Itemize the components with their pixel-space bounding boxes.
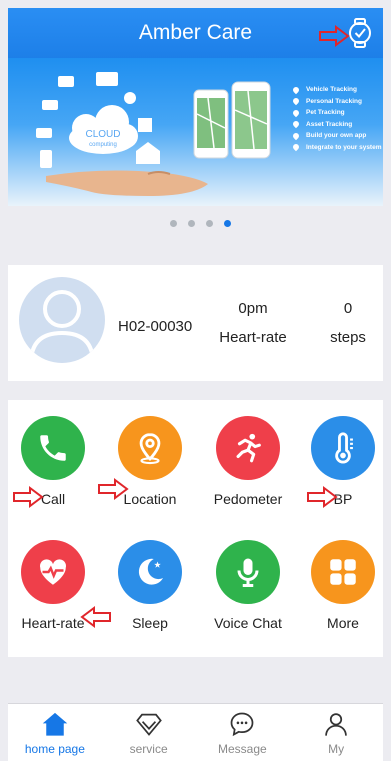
tab-home-page[interactable]: home page [8,704,102,761]
location-pin-icon [118,416,182,480]
pin-icon [291,120,301,129]
voice-chat-label: Voice Chat [214,615,282,631]
tab-service[interactable]: service [102,704,196,761]
annotation-arrow-icon [307,486,338,508]
avatar[interactable] [19,277,105,363]
tab-message[interactable]: Message [196,704,290,761]
grid-icon [311,540,375,604]
device-profile-card[interactable]: H02-00030 0pm Heart-rate 0 steps [8,265,383,381]
voice-chat-button[interactable]: Voice Chat [203,540,293,631]
sleep-button[interactable]: Sleep [105,540,195,631]
tab-label: service [129,742,168,756]
pedometer-label: Pedometer [213,491,283,507]
feature-item: Pet Tracking [291,107,382,119]
pin-icon [291,108,301,117]
pin-icon [291,131,301,140]
diamond-icon [134,709,164,739]
annotation-arrow-icon [319,25,350,47]
tab-my[interactable]: My [289,704,383,761]
annotation-arrow-left-icon [80,606,111,628]
feature-item: Vehicle Tracking [291,84,382,96]
pedometer-button[interactable]: Pedometer [203,416,293,507]
feature-item: Personal Tracking [291,96,382,108]
more-button[interactable]: More [298,540,388,631]
cloud-subtitle: computing [89,142,117,148]
steps-value: 0 [343,300,353,317]
feature-item: Asset Tracking [291,119,382,131]
user-icon [321,709,351,739]
function-grid: Call Location Pedometer BP Heart-rate Sl… [8,400,383,657]
pin-icon [291,143,301,152]
thermometer-icon [311,416,375,480]
steps-stat: 0 steps [318,300,378,346]
phone-icon [21,416,85,480]
chat-icon [227,709,257,739]
running-icon [216,416,280,480]
carousel-indicator [170,220,231,227]
user-placeholder-icon [29,290,95,363]
tab-label: home page [24,742,85,756]
moon-icon [118,540,182,604]
app-title: Amber Care [138,21,253,44]
carousel-dot-active[interactable] [224,220,231,227]
pin-icon [291,97,301,106]
heart-rate-icon [21,540,85,604]
home-icon [40,709,70,739]
carousel-dot[interactable] [206,220,213,227]
cloud-hand-icon [36,72,271,196]
heart-rate-value: 0pm [238,300,268,317]
heart-rate-label: Heart-rate [219,329,287,346]
watch-icon[interactable] [347,18,373,48]
annotation-arrow-icon [13,486,44,508]
steps-label: steps [330,329,366,346]
feature-item: Integrate to your system [291,142,382,154]
annotation-arrow-icon [98,478,129,500]
tab-label: Message [218,742,267,756]
cloud-title: CLOUD [85,129,121,140]
device-id: H02-00030 [118,318,193,335]
sleep-label: Sleep [132,615,168,631]
promo-banner[interactable]: CLOUD computing Vehicle Tracking Persona… [8,58,383,206]
heart-rate-stat: 0pm Heart-rate [213,300,293,346]
feature-list: Vehicle Tracking Personal Tracking Pet T… [291,84,382,154]
bottom-tab-bar: home page service Message My [8,703,383,761]
tab-label: My [328,742,345,756]
pin-icon [291,85,301,94]
feature-item: Build your own app [291,130,382,142]
carousel-dot[interactable] [188,220,195,227]
more-label: More [327,615,359,631]
microphone-icon [216,540,280,604]
carousel-dot[interactable] [170,220,177,227]
